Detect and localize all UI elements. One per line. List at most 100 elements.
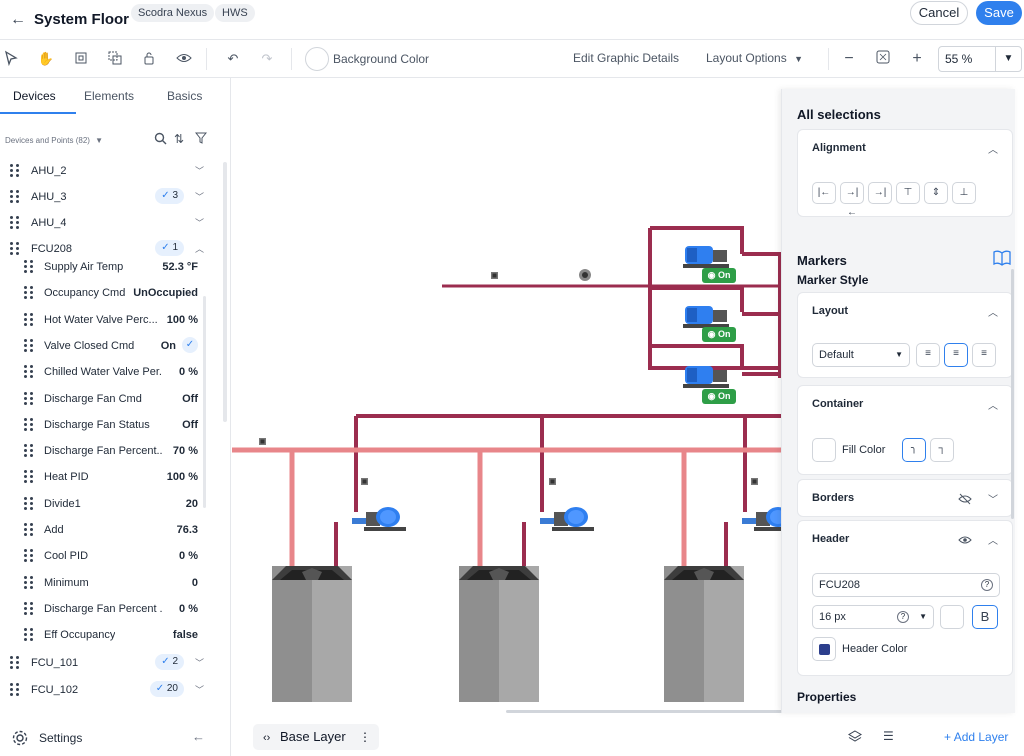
- frame-select-icon[interactable]: [72, 50, 90, 68]
- drag-handle-icon[interactable]: [24, 496, 36, 511]
- header-color-swatch[interactable]: [812, 637, 836, 661]
- drag-handle-icon[interactable]: [10, 656, 22, 670]
- align-text-center-icon[interactable]: ≡: [944, 343, 968, 367]
- point-row[interactable]: Occupancy Cmd UnOccupied: [0, 280, 222, 306]
- select-pointer-icon[interactable]: [2, 50, 20, 68]
- point-row[interactable]: Heat PID 100 %: [0, 464, 222, 490]
- point-row[interactable]: Eff Occupancy false: [0, 622, 222, 648]
- zoom-select[interactable]: 55 % ▼: [938, 46, 1022, 72]
- layout-select[interactable]: Default ▼: [812, 343, 910, 367]
- base-layer-tab[interactable]: ‹› Base Layer ⋮: [253, 724, 379, 750]
- align-text-right-icon[interactable]: ≡: [972, 343, 996, 367]
- hand-pan-icon[interactable]: ✋: [37, 50, 55, 68]
- list-icon[interactable]: ☰: [883, 729, 894, 743]
- point-row[interactable]: Supply Air Temp 52.3 °F: [0, 254, 222, 280]
- device-row[interactable]: FCU_101 ✓ 2 ﹀: [0, 650, 222, 676]
- point-row[interactable]: Add 76.3: [0, 517, 222, 543]
- fit-to-screen-icon[interactable]: [874, 50, 892, 68]
- chevron-down-icon[interactable]: ﹀: [195, 190, 204, 203]
- cancel-button[interactable]: Cancel: [910, 1, 968, 25]
- layers-icon[interactable]: [848, 730, 862, 749]
- point-row[interactable]: Cool PID 0 %: [0, 543, 222, 569]
- redo-icon[interactable]: ↷: [258, 50, 276, 68]
- search-icon[interactable]: [154, 132, 167, 148]
- points-scrollbar[interactable]: [203, 296, 206, 508]
- device-row[interactable]: AHU_2 ﹀: [0, 158, 222, 184]
- collapse-panel-icon[interactable]: ←: [192, 729, 205, 744]
- drag-handle-icon[interactable]: [10, 164, 22, 178]
- chevron-down-icon[interactable]: ﹀: [195, 216, 204, 229]
- drag-handle-icon[interactable]: [24, 470, 36, 484]
- text-color-swatch[interactable]: [940, 605, 964, 629]
- background-color-swatch[interactable]: [305, 47, 329, 71]
- point-row[interactable]: Minimum 0: [0, 570, 222, 596]
- help-icon[interactable]: ?: [897, 611, 909, 623]
- drag-handle-icon[interactable]: [24, 575, 36, 590]
- rounded-corner-icon[interactable]: ╮: [902, 438, 926, 462]
- device-row[interactable]: FCU_102 ✓ 20 ﹀: [0, 677, 222, 703]
- header-text-input[interactable]: FCU208 ?: [812, 573, 1000, 597]
- zoom-out-icon[interactable]: −: [840, 50, 858, 68]
- point-row[interactable]: Valve Closed Cmd On ✓: [0, 333, 222, 359]
- bold-toggle[interactable]: B: [972, 605, 998, 629]
- point-row[interactable]: Discharge Fan Cmd Off: [0, 386, 222, 412]
- eye-icon[interactable]: [175, 50, 193, 68]
- drag-handle-icon[interactable]: [10, 216, 22, 230]
- chevron-down-icon[interactable]: ﹀: [195, 683, 204, 696]
- tab-elements[interactable]: Elements: [84, 89, 134, 103]
- group-select-icon[interactable]: [106, 50, 124, 68]
- font-size-select[interactable]: 16 px ? ▼: [812, 605, 934, 629]
- chevron-down-icon[interactable]: ▼: [995, 47, 1021, 71]
- drag-handle-icon[interactable]: [10, 190, 22, 204]
- drag-handle-icon[interactable]: [24, 391, 36, 406]
- drag-handle-icon[interactable]: [24, 601, 36, 616]
- align-right-icon[interactable]: →|: [868, 182, 892, 204]
- drag-handle-icon[interactable]: [24, 628, 36, 642]
- point-row[interactable]: Chilled Water Valve Per... 0 %: [0, 359, 222, 385]
- device-row[interactable]: AHU_4 ﹀: [0, 210, 222, 236]
- unlock-icon[interactable]: [140, 50, 158, 68]
- align-middle-vertical-icon[interactable]: ⇕: [924, 182, 948, 204]
- eye-off-icon[interactable]: [958, 492, 972, 510]
- undo-icon[interactable]: ↶: [224, 50, 242, 68]
- drag-handle-icon[interactable]: [24, 523, 36, 537]
- chevron-up-icon[interactable]: ︿: [988, 532, 998, 547]
- fill-color-swatch[interactable]: [812, 438, 836, 462]
- eye-icon[interactable]: [958, 533, 972, 551]
- point-row[interactable]: Discharge Fan Percent... 70 %: [0, 438, 222, 464]
- drag-handle-icon[interactable]: [24, 417, 36, 432]
- more-vertical-icon[interactable]: ⋮: [359, 724, 371, 750]
- help-icon[interactable]: ?: [981, 579, 993, 591]
- chevron-down-icon[interactable]: ﹀: [988, 491, 998, 506]
- point-row[interactable]: Discharge Fan Percent ... 0 %: [0, 596, 222, 622]
- drag-handle-icon[interactable]: [24, 260, 36, 274]
- layout-options-menu[interactable]: Layout Options ▼: [706, 51, 803, 65]
- drag-handle-icon[interactable]: [24, 365, 36, 379]
- chevron-down-icon[interactable]: ﹀: [195, 164, 204, 177]
- align-text-left-icon[interactable]: ≡: [916, 343, 940, 367]
- save-button[interactable]: Save: [976, 1, 1022, 25]
- point-row[interactable]: Divide1 20: [0, 491, 222, 517]
- align-top-icon[interactable]: ⊤: [896, 182, 920, 204]
- background-color-control[interactable]: Background Color: [305, 46, 429, 72]
- check-icon[interactable]: ✓: [182, 336, 198, 353]
- device-row[interactable]: AHU_3 ✓ 3 ﹀: [0, 184, 222, 210]
- drag-handle-icon[interactable]: [24, 286, 36, 300]
- align-left-icon[interactable]: |←: [812, 182, 836, 204]
- align-center-horizontal-icon[interactable]: →|←: [840, 182, 864, 218]
- tab-devices[interactable]: Devices: [13, 89, 56, 103]
- chevron-up-icon[interactable]: ︿: [988, 304, 998, 319]
- settings-gear-icon[interactable]: [11, 729, 29, 747]
- square-corner-icon[interactable]: ┐: [930, 438, 954, 462]
- add-layer-button[interactable]: + Add Layer: [944, 730, 1008, 744]
- properties-panel-scrollbar[interactable]: [1011, 269, 1014, 519]
- chevron-up-icon[interactable]: ︿: [988, 141, 998, 156]
- zoom-in-icon[interactable]: +: [908, 50, 926, 68]
- drag-handle-icon[interactable]: [24, 312, 36, 327]
- chevron-up-icon[interactable]: ︿: [988, 397, 998, 412]
- device-list-scrollbar[interactable]: [223, 162, 227, 422]
- tab-basics[interactable]: Basics: [167, 89, 202, 103]
- point-row[interactable]: Hot Water Valve Perc... 100 %: [0, 307, 222, 333]
- edit-graphic-details-button[interactable]: Edit Graphic Details: [573, 51, 679, 65]
- drag-handle-icon[interactable]: [24, 338, 36, 353]
